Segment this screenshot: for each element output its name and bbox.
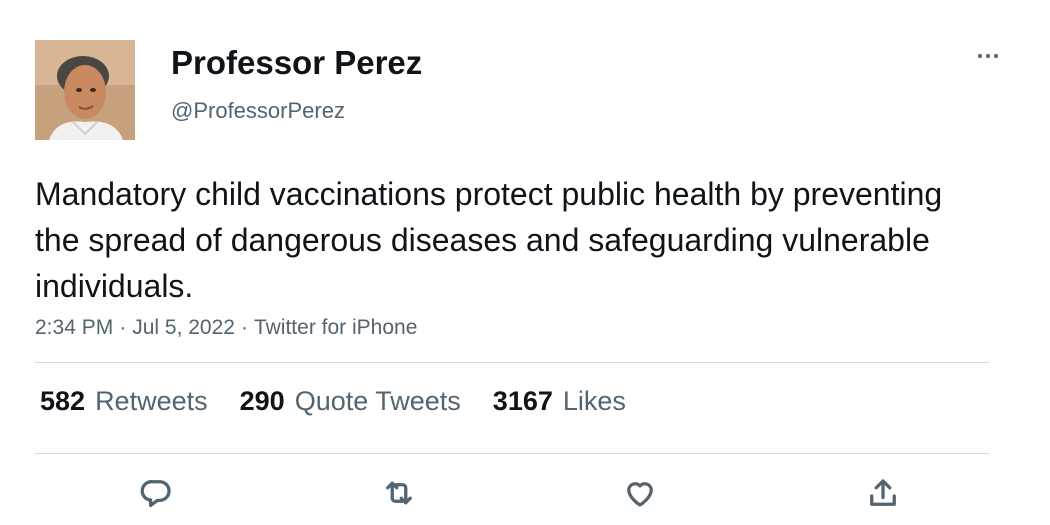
- likes-stat[interactable]: 3167 Likes: [493, 386, 626, 417]
- tweet-time[interactable]: 2:34 PM: [35, 316, 113, 339]
- tweet-metadata: 2:34 PM · Jul 5, 2022 · Twitter for iPhone: [35, 316, 417, 340]
- quote-tweets-stat[interactable]: 290 Quote Tweets: [240, 386, 461, 417]
- tweet-card: Professor Perez @ProfessorPerez Mandator…: [0, 0, 1050, 525]
- retweets-label: Retweets: [95, 386, 208, 416]
- more-horizontal-icon: [994, 54, 998, 58]
- divider: [35, 362, 989, 363]
- heart-icon: [627, 482, 653, 507]
- display-name[interactable]: Professor Perez: [171, 44, 422, 82]
- likes-count: 3167: [492, 386, 553, 416]
- quote-tweets-label: Quote Tweets: [294, 386, 461, 416]
- avatar[interactable]: [35, 40, 135, 140]
- share-upload-icon: [870, 479, 896, 506]
- meta-separator: ·: [119, 316, 127, 339]
- like-button[interactable]: [615, 468, 665, 518]
- retweet-button[interactable]: [374, 468, 424, 518]
- tweet-text: Mandatory child vaccinations protect pub…: [35, 176, 943, 304]
- tweet-date[interactable]: Jul 5, 2022: [132, 316, 235, 339]
- quote-tweets-count: 290: [239, 386, 285, 416]
- tweet-source[interactable]: Twitter for iPhone: [254, 316, 417, 339]
- retweet-arrows-icon: [386, 481, 412, 505]
- likes-label: Likes: [562, 386, 626, 416]
- divider: [35, 453, 989, 454]
- meta-separator: ·: [240, 316, 248, 339]
- avatar-photo: [35, 40, 135, 140]
- more-horizontal-icon: [978, 54, 982, 58]
- action-bar: [0, 468, 1050, 518]
- retweets-count: 582: [40, 386, 86, 416]
- more-options-button[interactable]: [966, 44, 1010, 68]
- reply-bubble-icon: [140, 480, 171, 508]
- more-horizontal-icon: [986, 54, 990, 58]
- user-handle[interactable]: @ProfessorPerez: [171, 98, 345, 124]
- reply-button[interactable]: [131, 468, 181, 518]
- retweets-stat[interactable]: 582 Retweets: [40, 386, 208, 417]
- share-button[interactable]: [858, 468, 908, 518]
- engagement-stats: 582 Retweets 290 Quote Tweets 3167 Likes: [40, 386, 658, 422]
